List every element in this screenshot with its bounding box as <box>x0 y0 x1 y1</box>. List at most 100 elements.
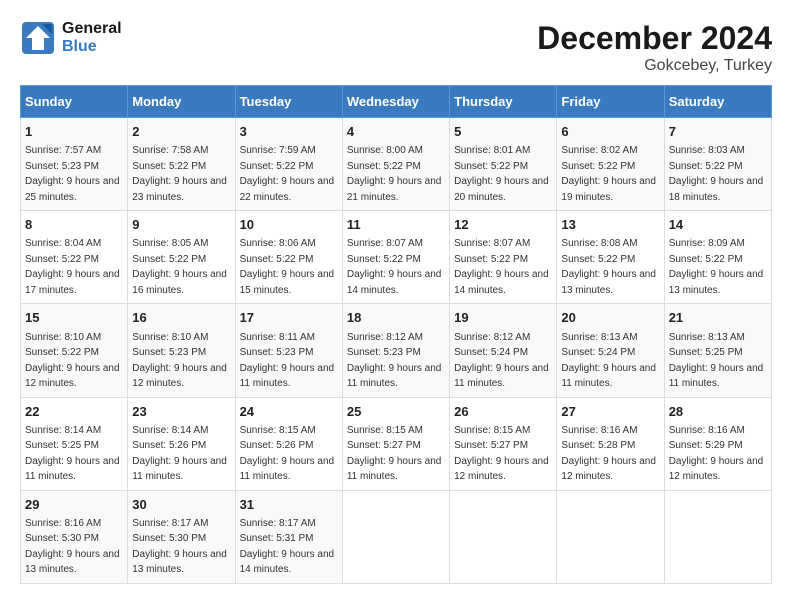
page-header: General Blue December 2024 Gokcebey, Tur… <box>20 20 772 75</box>
calendar-week-row: 8 Sunrise: 8:04 AMSunset: 5:22 PMDayligh… <box>21 211 772 304</box>
calendar-day-cell: 30 Sunrise: 8:17 AMSunset: 5:30 PMDaylig… <box>128 490 235 583</box>
day-number: 5 <box>454 123 552 141</box>
day-info: Sunrise: 8:14 AMSunset: 5:26 PMDaylight:… <box>132 425 227 483</box>
day-number: 31 <box>240 496 338 514</box>
day-number: 22 <box>25 403 123 421</box>
day-info: Sunrise: 7:59 AMSunset: 5:22 PMDaylight:… <box>240 145 335 203</box>
calendar-table: SundayMondayTuesdayWednesdayThursdayFrid… <box>20 85 772 584</box>
calendar-day-cell <box>557 490 664 583</box>
day-number: 23 <box>132 403 230 421</box>
day-info: Sunrise: 8:07 AMSunset: 5:22 PMDaylight:… <box>454 238 549 296</box>
day-number: 7 <box>669 123 767 141</box>
calendar-day-cell: 23 Sunrise: 8:14 AMSunset: 5:26 PMDaylig… <box>128 397 235 490</box>
calendar-day-cell: 28 Sunrise: 8:16 AMSunset: 5:29 PMDaylig… <box>664 397 771 490</box>
day-number: 24 <box>240 403 338 421</box>
month-title: December 2024 <box>537 20 772 57</box>
day-info: Sunrise: 8:15 AMSunset: 5:27 PMDaylight:… <box>454 425 549 483</box>
day-info: Sunrise: 8:12 AMSunset: 5:24 PMDaylight:… <box>454 332 549 390</box>
day-info: Sunrise: 8:16 AMSunset: 5:30 PMDaylight:… <box>25 518 120 576</box>
day-number: 19 <box>454 309 552 327</box>
calendar-day-cell: 20 Sunrise: 8:13 AMSunset: 5:24 PMDaylig… <box>557 304 664 397</box>
day-info: Sunrise: 8:16 AMSunset: 5:28 PMDaylight:… <box>561 425 656 483</box>
calendar-day-cell: 31 Sunrise: 8:17 AMSunset: 5:31 PMDaylig… <box>235 490 342 583</box>
day-info: Sunrise: 8:00 AMSunset: 5:22 PMDaylight:… <box>347 145 442 203</box>
day-info: Sunrise: 8:17 AMSunset: 5:31 PMDaylight:… <box>240 518 335 576</box>
calendar-day-cell: 21 Sunrise: 8:13 AMSunset: 5:25 PMDaylig… <box>664 304 771 397</box>
day-number: 27 <box>561 403 659 421</box>
day-info: Sunrise: 8:04 AMSunset: 5:22 PMDaylight:… <box>25 238 120 296</box>
weekday-header: Friday <box>557 86 664 118</box>
weekday-header: Sunday <box>21 86 128 118</box>
day-number: 28 <box>669 403 767 421</box>
logo: General Blue <box>20 20 122 56</box>
day-number: 21 <box>669 309 767 327</box>
day-number: 14 <box>669 216 767 234</box>
calendar-day-cell: 9 Sunrise: 8:05 AMSunset: 5:22 PMDayligh… <box>128 211 235 304</box>
day-number: 12 <box>454 216 552 234</box>
weekday-header: Saturday <box>664 86 771 118</box>
logo-text-line1: General <box>62 20 122 38</box>
day-number: 25 <box>347 403 445 421</box>
day-info: Sunrise: 8:17 AMSunset: 5:30 PMDaylight:… <box>132 518 227 576</box>
day-info: Sunrise: 8:13 AMSunset: 5:24 PMDaylight:… <box>561 332 656 390</box>
calendar-day-cell <box>450 490 557 583</box>
day-info: Sunrise: 8:05 AMSunset: 5:22 PMDaylight:… <box>132 238 227 296</box>
day-number: 16 <box>132 309 230 327</box>
day-number: 9 <box>132 216 230 234</box>
day-info: Sunrise: 8:10 AMSunset: 5:23 PMDaylight:… <box>132 332 227 390</box>
weekday-header-row: SundayMondayTuesdayWednesdayThursdayFrid… <box>21 86 772 118</box>
calendar-day-cell: 29 Sunrise: 8:16 AMSunset: 5:30 PMDaylig… <box>21 490 128 583</box>
day-number: 17 <box>240 309 338 327</box>
calendar-week-row: 15 Sunrise: 8:10 AMSunset: 5:22 PMDaylig… <box>21 304 772 397</box>
logo-icon <box>20 20 56 56</box>
day-info: Sunrise: 7:58 AMSunset: 5:22 PMDaylight:… <box>132 145 227 203</box>
day-number: 18 <box>347 309 445 327</box>
day-info: Sunrise: 8:10 AMSunset: 5:22 PMDaylight:… <box>25 332 120 390</box>
calendar-day-cell: 7 Sunrise: 8:03 AMSunset: 5:22 PMDayligh… <box>664 118 771 211</box>
day-info: Sunrise: 8:13 AMSunset: 5:25 PMDaylight:… <box>669 332 764 390</box>
day-number: 13 <box>561 216 659 234</box>
calendar-week-row: 29 Sunrise: 8:16 AMSunset: 5:30 PMDaylig… <box>21 490 772 583</box>
day-number: 20 <box>561 309 659 327</box>
location: Gokcebey, Turkey <box>537 57 772 75</box>
calendar-day-cell: 2 Sunrise: 7:58 AMSunset: 5:22 PMDayligh… <box>128 118 235 211</box>
day-info: Sunrise: 8:02 AMSunset: 5:22 PMDaylight:… <box>561 145 656 203</box>
logo-text-line2: Blue <box>62 38 122 56</box>
calendar-day-cell: 13 Sunrise: 8:08 AMSunset: 5:22 PMDaylig… <box>557 211 664 304</box>
calendar-day-cell <box>342 490 449 583</box>
day-info: Sunrise: 8:11 AMSunset: 5:23 PMDaylight:… <box>240 332 335 390</box>
calendar-day-cell: 1 Sunrise: 7:57 AMSunset: 5:23 PMDayligh… <box>21 118 128 211</box>
day-info: Sunrise: 8:07 AMSunset: 5:22 PMDaylight:… <box>347 238 442 296</box>
calendar-week-row: 22 Sunrise: 8:14 AMSunset: 5:25 PMDaylig… <box>21 397 772 490</box>
day-number: 26 <box>454 403 552 421</box>
day-info: Sunrise: 8:03 AMSunset: 5:22 PMDaylight:… <box>669 145 764 203</box>
calendar-day-cell: 6 Sunrise: 8:02 AMSunset: 5:22 PMDayligh… <box>557 118 664 211</box>
calendar-day-cell: 17 Sunrise: 8:11 AMSunset: 5:23 PMDaylig… <box>235 304 342 397</box>
weekday-header: Wednesday <box>342 86 449 118</box>
calendar-day-cell: 19 Sunrise: 8:12 AMSunset: 5:24 PMDaylig… <box>450 304 557 397</box>
day-number: 6 <box>561 123 659 141</box>
day-info: Sunrise: 7:57 AMSunset: 5:23 PMDaylight:… <box>25 145 120 203</box>
day-number: 11 <box>347 216 445 234</box>
calendar-week-row: 1 Sunrise: 7:57 AMSunset: 5:23 PMDayligh… <box>21 118 772 211</box>
calendar-day-cell: 25 Sunrise: 8:15 AMSunset: 5:27 PMDaylig… <box>342 397 449 490</box>
calendar-day-cell: 11 Sunrise: 8:07 AMSunset: 5:22 PMDaylig… <box>342 211 449 304</box>
day-number: 15 <box>25 309 123 327</box>
day-info: Sunrise: 8:15 AMSunset: 5:26 PMDaylight:… <box>240 425 335 483</box>
day-number: 30 <box>132 496 230 514</box>
day-number: 29 <box>25 496 123 514</box>
day-info: Sunrise: 8:12 AMSunset: 5:23 PMDaylight:… <box>347 332 442 390</box>
calendar-day-cell: 26 Sunrise: 8:15 AMSunset: 5:27 PMDaylig… <box>450 397 557 490</box>
calendar-day-cell: 12 Sunrise: 8:07 AMSunset: 5:22 PMDaylig… <box>450 211 557 304</box>
day-info: Sunrise: 8:08 AMSunset: 5:22 PMDaylight:… <box>561 238 656 296</box>
day-number: 8 <box>25 216 123 234</box>
title-block: December 2024 Gokcebey, Turkey <box>537 20 772 75</box>
day-number: 1 <box>25 123 123 141</box>
day-info: Sunrise: 8:01 AMSunset: 5:22 PMDaylight:… <box>454 145 549 203</box>
day-number: 10 <box>240 216 338 234</box>
calendar-day-cell: 5 Sunrise: 8:01 AMSunset: 5:22 PMDayligh… <box>450 118 557 211</box>
weekday-header: Monday <box>128 86 235 118</box>
calendar-day-cell: 8 Sunrise: 8:04 AMSunset: 5:22 PMDayligh… <box>21 211 128 304</box>
calendar-day-cell: 27 Sunrise: 8:16 AMSunset: 5:28 PMDaylig… <box>557 397 664 490</box>
day-number: 2 <box>132 123 230 141</box>
